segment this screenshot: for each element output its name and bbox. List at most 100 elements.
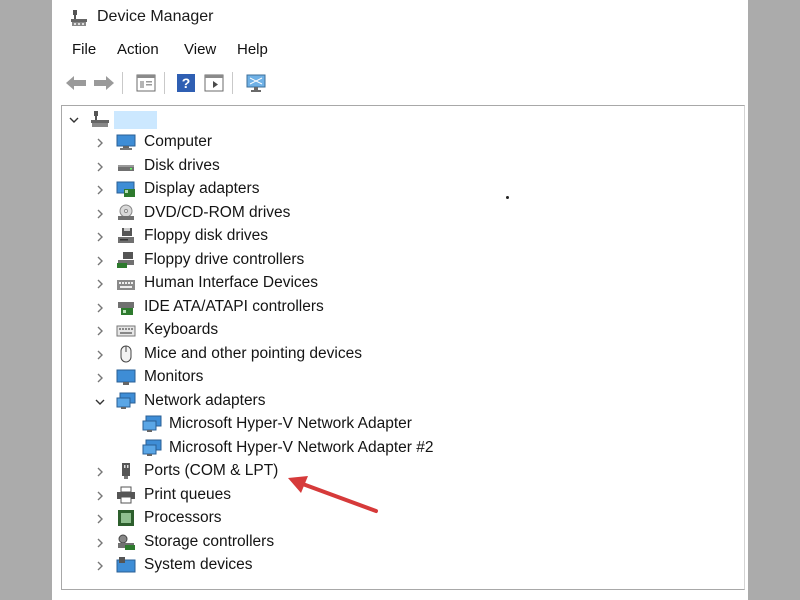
hid-icon [116,274,136,292]
chevron-right-icon[interactable] [94,559,106,571]
toolbar-separator [164,72,165,94]
mouse-icon [116,345,136,363]
computer-root-icon [90,110,110,128]
tree-label: Human Interface Devices [144,274,319,291]
network-adapter-icon [116,392,136,410]
chevron-right-icon[interactable] [94,324,106,336]
floppy-drive-icon [116,227,136,245]
forward-icon[interactable] [92,71,116,95]
processor-icon [116,509,136,527]
network-adapter-icon [142,439,162,457]
display-adapter-icon [116,180,136,198]
tree-label: Microsoft Hyper-V Network Adapter #2 [169,439,434,456]
tree-root[interactable] [62,108,722,131]
tree-item-hyper-v-network-adapter-2[interactable]: Microsoft Hyper-V Network Adapter #2 [62,437,722,460]
menu-bar: File Action View Help [52,38,748,64]
tree-item-floppy-disk-drives[interactable]: Floppy disk drives [62,225,722,248]
menu-file[interactable]: File [70,41,98,58]
tree-label: Print queues [144,486,232,503]
tree-label: Network adapters [144,392,266,409]
port-icon [116,462,136,480]
tree-label: Microsoft Hyper-V Network Adapter [169,415,412,432]
menu-view[interactable]: View [182,41,218,58]
printer-icon [116,486,136,504]
network-adapter-icon [142,415,162,433]
tree-item-mice-and-other-pointing-devices[interactable]: Mice and other pointing devices [62,343,722,366]
chevron-right-icon[interactable] [94,230,106,242]
menu-help[interactable]: Help [235,41,270,58]
tree-item-ide-ata-atapi-controllers[interactable]: IDE ATA/ATAPI controllers [62,296,722,319]
tree-item-display-adapters[interactable]: Display adapters [62,178,722,201]
action-view-icon[interactable] [202,71,226,95]
monitor-icon[interactable] [244,71,268,95]
chevron-right-icon[interactable] [94,465,106,477]
storage-controller-icon [116,533,136,551]
tree-label: Processors [144,509,222,526]
chevron-right-icon[interactable] [94,254,106,266]
chevron-down-icon[interactable] [94,395,106,407]
tree-label: Floppy disk drives [144,227,269,244]
chevron-right-icon[interactable] [94,371,106,383]
chevron-right-icon[interactable] [94,301,106,313]
tree-label: Disk drives [144,157,220,174]
chevron-right-icon[interactable] [94,512,106,524]
back-icon[interactable] [64,71,88,95]
device-manager-icon [70,9,88,27]
system-devices-icon [116,556,136,574]
tree-label: Floppy drive controllers [144,251,305,268]
ide-controller-icon [116,298,136,316]
tree-item-disk-drives[interactable]: Disk drives [62,155,722,178]
tree-label: Ports (COM & LPT) [144,462,279,479]
tree-label: IDE ATA/ATAPI controllers [144,298,324,315]
tree-item-print-queues[interactable]: Print queues [62,484,722,507]
chevron-right-icon[interactable] [94,489,106,501]
tree-label: Display adapters [144,180,260,197]
svg-text:?: ? [182,75,191,91]
monitor-icon [116,368,136,386]
tree-item-human-interface-devices[interactable]: Human Interface Devices [62,272,722,295]
dvd-icon [116,204,136,222]
toolbar-separator [232,72,233,94]
tree-label: Computer [144,133,213,150]
tree-item-floppy-drive-controllers[interactable]: Floppy drive controllers [62,249,722,272]
tree-label: Keyboards [144,321,219,338]
chevron-right-icon[interactable] [94,536,106,548]
device-manager-window: Device Manager File Action View Help ? C… [52,0,748,600]
tree-label: Monitors [144,368,204,385]
tree-item-keyboards[interactable]: Keyboards [62,319,722,342]
red-arrow-annotation [288,476,378,513]
toolbar: ? [52,68,748,98]
keyboard-icon [116,321,136,339]
tree-item-network-adapters[interactable]: Network adapters [62,390,722,413]
toolbar-separator [122,72,123,94]
root-computer-name [114,111,157,129]
tree-label: Mice and other pointing devices [144,345,362,362]
computer-icon [116,133,136,151]
tree-item-computer[interactable]: Computer [62,131,722,154]
tree-item-storage-controllers[interactable]: Storage controllers [62,531,722,554]
chevron-right-icon[interactable] [94,277,106,289]
chevron-down-icon[interactable] [68,113,80,125]
tree-item-system-devices[interactable]: System devices [62,554,722,577]
tree-item-hyper-v-network-adapter[interactable]: Microsoft Hyper-V Network Adapter [62,413,722,436]
disk-drive-icon [116,157,136,175]
chevron-right-icon[interactable] [94,136,106,148]
chevron-right-icon[interactable] [94,183,106,195]
tree-item-processors[interactable]: Processors [62,507,722,530]
tree-label: System devices [144,556,253,573]
help-icon[interactable]: ? [174,71,198,95]
title-bar: Device Manager [52,0,748,36]
tree-label: Storage controllers [144,533,275,550]
properties-icon[interactable] [134,71,158,95]
floppy-controller-icon [116,251,136,269]
window-title: Device Manager [97,8,214,25]
cursor-dot [506,196,509,199]
chevron-right-icon[interactable] [94,348,106,360]
tree-item-monitors[interactable]: Monitors [62,366,722,389]
chevron-right-icon[interactable] [94,160,106,172]
tree-item-dvd-cd-rom-drives[interactable]: DVD/CD-ROM drives [62,202,722,225]
menu-action[interactable]: Action [115,41,161,58]
tree-label: DVD/CD-ROM drives [144,204,291,221]
tree-item-ports-com-lpt[interactable]: Ports (COM & LPT) [62,460,722,483]
chevron-right-icon[interactable] [94,207,106,219]
